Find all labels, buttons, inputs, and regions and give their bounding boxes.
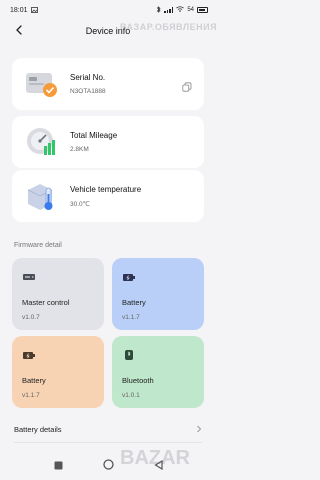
speedometer-icon: [24, 124, 60, 160]
temperature-label: Vehicle temperature: [70, 184, 142, 194]
serial-info: Serial No. N3OTA1888: [70, 73, 106, 95]
chevron-left-icon: [16, 25, 22, 35]
battery-status-icon: [197, 7, 208, 13]
battery-icon: [22, 348, 36, 360]
battery-icon: [122, 270, 136, 282]
tile-name: Battery: [22, 376, 46, 385]
recents-button[interactable]: [54, 457, 63, 475]
tile-name: Battery: [122, 298, 146, 307]
system-nav-bar: [0, 452, 216, 480]
triangle-back-icon: [153, 459, 163, 471]
mileage-card: Total Mileage 2.8KM: [12, 116, 204, 168]
tile-version: v1.0.1: [122, 392, 140, 399]
tile-version: v1.0.7: [22, 314, 40, 321]
mileage-label: Total Mileage: [70, 131, 118, 140]
tile-version: v1.1.7: [22, 392, 40, 399]
tile-name: Bluetooth: [122, 376, 154, 385]
controller-icon: [22, 270, 36, 282]
tile-name: Master control: [22, 298, 70, 307]
temperature-card: Vehicle temperature 30.0℃: [12, 170, 204, 222]
status-time: 18:01: [10, 6, 28, 14]
serial-card: Serial No. N3OTA1888: [12, 58, 204, 110]
temperature-value: 30.0℃: [70, 200, 90, 208]
tile-version: v1.1.7: [122, 314, 140, 321]
firmware-tile-bluetooth[interactable]: Bluetooth v1.0.1: [112, 336, 204, 408]
thermometer-icon: [24, 178, 60, 214]
signal-icon: [164, 7, 174, 13]
circle-icon: [102, 459, 114, 470]
gallery-notification-icon: [30, 7, 38, 13]
back-button[interactable]: [12, 23, 26, 37]
firmware-tile-battery-2[interactable]: Battery v1.1.7: [12, 336, 104, 408]
mileage-value: 2.8KM: [70, 146, 89, 153]
firmware-section-title: Firmware detail: [14, 242, 62, 249]
battery-details-label: Battery details: [14, 424, 62, 434]
back-nav-button[interactable]: [153, 457, 163, 475]
bluetooth-icon: [122, 348, 136, 360]
temperature-info: Vehicle temperature 30.0℃: [70, 185, 141, 208]
wifi-icon: [176, 6, 185, 14]
status-bar: 18:01 54: [0, 0, 216, 20]
bluetooth-status-icon: [156, 5, 161, 15]
firmware-tile-master-control[interactable]: Master control v1.0.7: [12, 258, 104, 330]
square-icon: [54, 461, 62, 470]
serial-label: Serial No.: [70, 73, 106, 82]
status-right: 54: [156, 5, 208, 15]
battery-percent: 54: [187, 7, 194, 13]
mileage-info: Total Mileage 2.8KM: [70, 131, 117, 153]
home-button[interactable]: [102, 457, 114, 475]
firmware-tile-battery-1[interactable]: Battery v1.1.7: [112, 258, 204, 330]
status-left: 18:01: [10, 7, 38, 14]
watermark-text: ВАЗАР.ОБЯВЛЕНИЯ: [120, 22, 218, 32]
serial-value: N3OTA1888: [70, 88, 106, 95]
copy-icon[interactable]: [182, 79, 192, 92]
scooter-serial-icon: [24, 66, 60, 102]
